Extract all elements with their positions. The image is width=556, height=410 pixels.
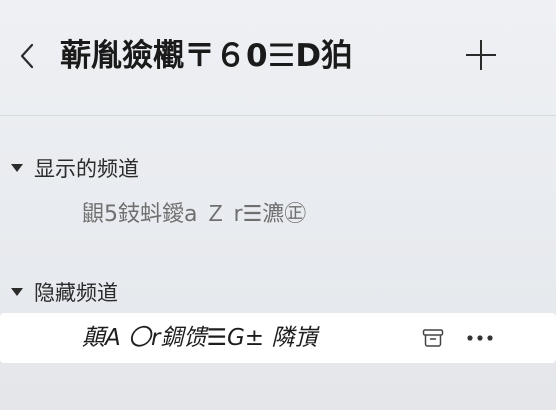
archive-button[interactable] — [417, 322, 449, 354]
caret-down-icon — [0, 287, 34, 297]
section-label: 显示的频道 — [34, 157, 139, 181]
section-label: 隐藏频道 — [34, 281, 118, 305]
more-options-button[interactable] — [464, 322, 496, 354]
header-bar: 蕲胤獫欟〒６0☰D狛 — [0, 0, 556, 116]
section-shown-channels[interactable]: 显示的频道 — [0, 153, 300, 183]
caret-down-icon — [0, 163, 34, 173]
archive-box-icon — [422, 329, 444, 347]
channel-name: 顛A 〇r錭馈☰G± 隣嵿 — [82, 325, 318, 351]
header-divider — [0, 115, 556, 116]
add-channel-button[interactable] — [462, 36, 500, 74]
chevron-left-icon — [20, 43, 34, 69]
channel-row-shown[interactable]: 鼰5鈘蚪鑀a Ｚ r☰瀌㊣ — [0, 190, 556, 240]
more-horizontal-icon — [467, 335, 493, 341]
section-hidden-channels[interactable]: 隐藏频道 — [0, 277, 300, 307]
back-button[interactable] — [12, 36, 42, 76]
plus-icon — [466, 40, 496, 70]
page-title: 蕲胤獫欟〒６0☰D狛 — [60, 38, 353, 74]
channel-row-hidden[interactable]: 顛A 〇r錭馈☰G± 隣嵿 — [0, 313, 556, 363]
channel-name: 鼰5鈘蚪鑀a Ｚ r☰瀌㊣ — [82, 202, 307, 227]
